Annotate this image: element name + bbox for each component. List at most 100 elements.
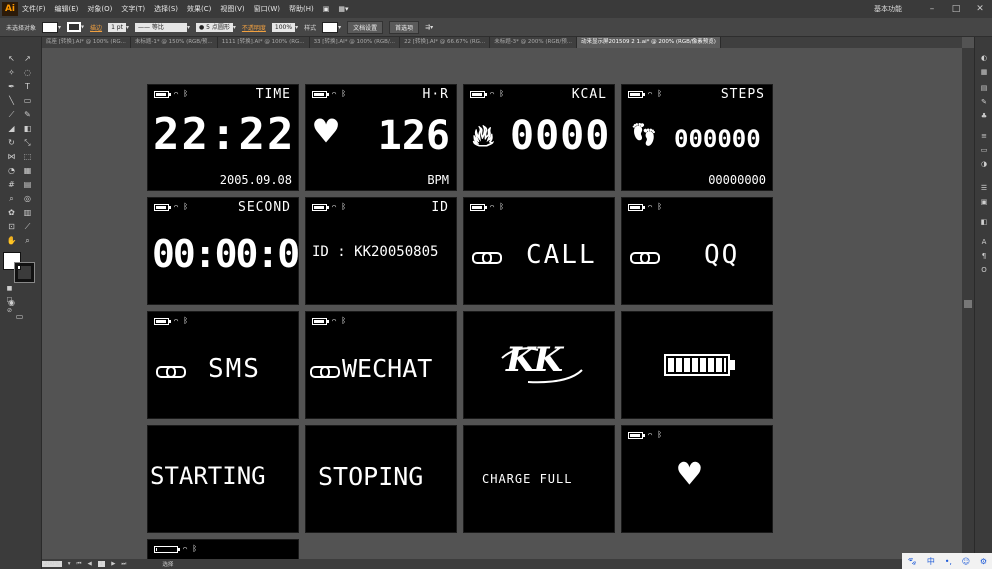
preferences-button[interactable]: 首选项 (389, 20, 420, 34)
screen-steps[interactable]: ◠ ᛒ STEPS 👣︎ 000000 00000000 (621, 84, 773, 191)
zoom-dropdown-icon[interactable]: ▾ (68, 561, 71, 567)
tab-doc-3[interactable]: 1111 [转换].AI* @ 100% (RG... (218, 37, 310, 48)
status-mode[interactable]: 选择 (162, 560, 173, 568)
screen-time[interactable]: ◠ ᛒ TIME 22:22 2005.09.08 (147, 84, 299, 191)
appearance-panel-icon[interactable]: ☰ (979, 183, 989, 193)
zoom-field[interactable]: 200% (42, 561, 62, 567)
menu-help[interactable]: 帮助(H) (289, 4, 314, 14)
symbols-panel-icon[interactable]: ♣ (979, 111, 989, 121)
opacity-field[interactable]: 100% (271, 22, 296, 32)
opentype-panel-icon[interactable]: O (979, 265, 989, 275)
scale-tool-icon[interactable]: ⤡ (22, 137, 33, 148)
screen-heart[interactable]: ◠ ᛒ ♥ (621, 425, 773, 533)
screen-wechat[interactable]: ◠ ᛒ WECHAT (305, 311, 457, 419)
tab-doc-4[interactable]: 33 [转换].AI* @ 100% (RGB/... (310, 37, 401, 48)
symbol-sprayer-icon[interactable]: ✿ (6, 207, 17, 218)
pen-tool-icon[interactable]: ✒ (6, 81, 17, 92)
stroke-panel-icon[interactable]: ≡ (979, 131, 989, 141)
document-setup-button[interactable]: 文档设置 (347, 20, 384, 34)
screen-sms[interactable]: ◠ ᛒ SMS (147, 311, 299, 419)
slice-tool-icon[interactable]: ⟋ (22, 221, 33, 232)
menu-select[interactable]: 选择(S) (154, 4, 178, 14)
ime-paw-icon[interactable]: 🐾︎ (907, 557, 917, 566)
swatches-panel-icon[interactable]: ▤ (979, 83, 989, 93)
zoom-tool-icon[interactable]: ⌕ (22, 235, 33, 246)
selection-tool-icon[interactable]: ↖ (6, 53, 17, 64)
color-guide-icon[interactable]: ▦ (979, 67, 989, 77)
bridge-icon[interactable]: ▣ (323, 5, 330, 13)
rotate-tool-icon[interactable]: ↻ (6, 137, 17, 148)
menu-file[interactable]: 文件(F) (22, 4, 46, 14)
screen-heart-rate[interactable]: ◠ ᛒ H·R ♥ 126 BPM (305, 84, 457, 191)
tab-doc-6[interactable]: 未标题-3* @ 200% (RGB/预... (490, 37, 577, 48)
prev-artboard-icon[interactable]: ◀ (87, 561, 91, 567)
graphic-styles-icon[interactable]: ▣ (979, 197, 989, 207)
screen-call[interactable]: ◠ ᛒ CALL (463, 197, 615, 305)
scroll-thumb[interactable] (964, 300, 972, 308)
shape-builder-icon[interactable]: ◔ (6, 165, 17, 176)
direct-selection-tool-icon[interactable]: ↗ (22, 53, 33, 64)
ime-language[interactable]: 中 (927, 556, 935, 567)
opacity-label[interactable]: 不透明度 (242, 23, 266, 32)
character-panel-icon[interactable]: A (979, 237, 989, 247)
stroke-swatch[interactable] (67, 22, 82, 32)
close-icon[interactable]: ✕ (968, 4, 992, 14)
width-tool-icon[interactable]: ⋈ (6, 151, 17, 162)
color-panel-icon[interactable]: ◐ (979, 53, 989, 63)
layers-panel-icon[interactable]: ◧ (979, 217, 989, 227)
screen-starting[interactable]: STARTING (147, 425, 299, 533)
blend-tool-icon[interactable]: ◎ (22, 193, 33, 204)
tab-doc-5[interactable]: 22 [转换].AI* @ 66.67% (RG... (400, 37, 491, 48)
tab-doc-active[interactable]: 动来显示屏201509 2 1.ai* @ 200% (RGB/像素预览) (577, 37, 721, 48)
menu-edit[interactable]: 编辑(E) (55, 4, 79, 14)
eraser-tool-icon[interactable]: ◧ (22, 123, 33, 134)
menu-type[interactable]: 文字(T) (121, 4, 145, 14)
type-tool-icon[interactable]: T (22, 81, 33, 92)
screen-qq[interactable]: ◠ ᛒ QQ (621, 197, 773, 305)
stroke-label[interactable]: 描边 (90, 23, 102, 32)
menu-object[interactable]: 对象(O) (87, 4, 112, 14)
menu-effect[interactable]: 效果(C) (187, 4, 211, 14)
pencil-tool-icon[interactable]: ✎ (22, 109, 33, 120)
maximize-icon[interactable]: □ (944, 4, 968, 14)
transparency-panel-icon[interactable]: ◑ (979, 159, 989, 169)
color-mode-icon[interactable]: ■ □ ⊘ (4, 283, 15, 314)
brushes-panel-icon[interactable]: ✎ (979, 97, 989, 107)
lasso-tool-icon[interactable]: ◌ (22, 67, 33, 78)
stroke-weight-field[interactable]: 1 pt (108, 22, 126, 32)
tab-doc-2[interactable]: 未标题-1* @ 150% (RGB/预... (131, 37, 218, 48)
screen-stoping[interactable]: STOPING (305, 425, 457, 533)
rectangle-tool-icon[interactable]: ▭ (22, 95, 33, 106)
screen-id[interactable]: ◠ ᛒ ID ID : KK20050805 (305, 197, 457, 305)
screen-low-battery[interactable]: ◠ ᛒ (147, 539, 299, 559)
draw-mode-icon[interactable]: ◉ (6, 297, 17, 308)
eyedropper-icon[interactable]: ⌕ (6, 193, 17, 204)
next-artboard-icon[interactable]: ▶ (111, 561, 115, 567)
first-artboard-icon[interactable]: ⏮ (77, 561, 82, 568)
line-tool-icon[interactable]: ╲ (6, 95, 17, 106)
gradient-panel-icon[interactable]: ▭ (979, 145, 989, 155)
arrange-docs-icon[interactable]: ▦▾ (338, 5, 348, 13)
column-graph-icon[interactable]: ▥ (22, 207, 33, 218)
brush-definition[interactable]: ● 5 点圆形 (195, 22, 233, 32)
artboard-number-field[interactable]: 1 (97, 561, 106, 567)
screen-mode-icon[interactable]: ▭ (14, 311, 25, 322)
screen-second[interactable]: ◠ ᛒ SECOND 00:00:0 (147, 197, 299, 305)
blob-brush-icon[interactable]: ◢ (6, 123, 17, 134)
artboard-tool-icon[interactable]: ⊡ (6, 221, 17, 232)
screen-kcal[interactable]: ◠ ᛒ KCAL 🔥︎ 0000 (463, 84, 615, 191)
paintbrush-tool-icon[interactable]: ⟋ (6, 109, 17, 120)
canvas[interactable]: ◠ ᛒ TIME 22:22 2005.09.08 ◠ ᛒ H·R ♥ 126 BP… (42, 48, 962, 559)
vertical-scrollbar[interactable] (962, 48, 974, 559)
screen-battery[interactable] (621, 311, 773, 419)
fill-swatch[interactable] (42, 21, 59, 33)
hand-tool-icon[interactable]: ✋ (6, 235, 17, 246)
screen-logo[interactable]: KK (463, 311, 615, 419)
last-artboard-icon[interactable]: ⏭ (121, 561, 126, 568)
ime-emoji-icon[interactable]: ☺ (962, 557, 970, 566)
workspace-switcher[interactable]: 基本功能 (874, 4, 902, 14)
ime-punct[interactable]: •, (945, 557, 952, 566)
paragraph-panel-icon[interactable]: ¶ (979, 251, 989, 261)
variable-width-profile[interactable]: —— 等比 (134, 22, 187, 32)
arrange-icon[interactable]: ⇶▾ (425, 24, 433, 31)
